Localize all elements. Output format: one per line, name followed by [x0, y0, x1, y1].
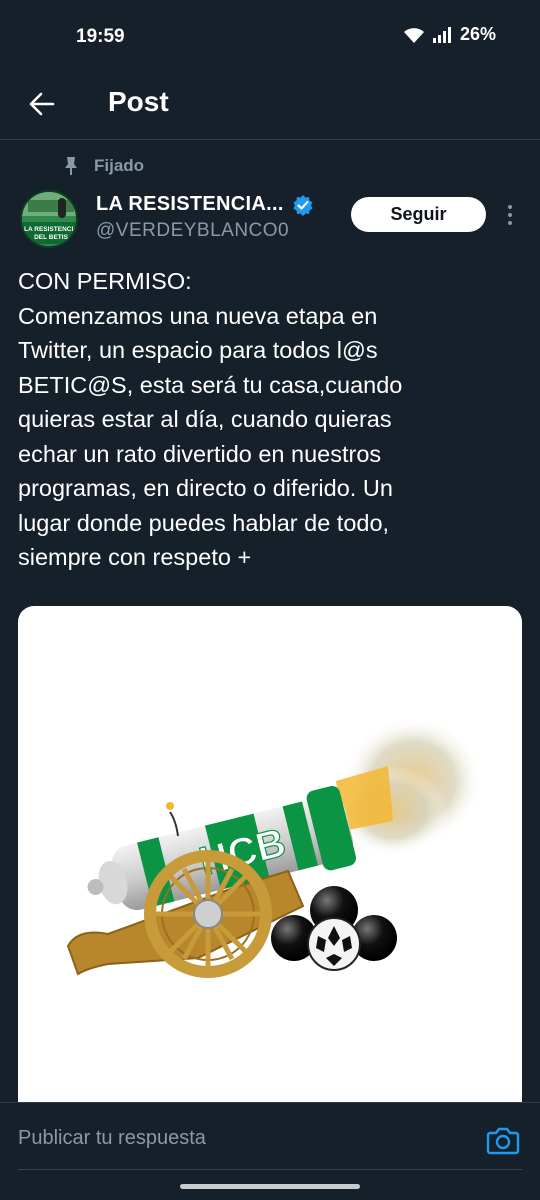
post-text-line: quieras estar al día, cuando quieras — [18, 406, 392, 432]
page-title: Post — [108, 86, 169, 117]
back-arrow-icon — [29, 92, 55, 116]
post-text-line: CON PERMISO: — [18, 268, 192, 294]
post-text-line: programas, en directo o diferido. Un — [18, 475, 393, 501]
post-media-image[interactable]: HCB — [18, 606, 522, 1106]
more-options-button[interactable] — [498, 200, 522, 230]
post-text-line: echar un rato divertido en nuestros — [18, 440, 382, 467]
author-name[interactable]: LA RESISTENCIA... — [96, 193, 284, 216]
more-dot — [508, 213, 512, 217]
post-text-line: BETIC@S, esta será tu casa,cuando — [18, 371, 403, 398]
svg-text:DEL BETIS: DEL BETIS — [34, 234, 68, 241]
avatar[interactable]: LA RESISTENCIA DEL BETIS — [20, 190, 78, 248]
reply-input[interactable]: Publicar tu respuesta — [18, 1127, 206, 1150]
back-button[interactable] — [20, 82, 64, 126]
author-handle[interactable]: @VERDEYBLANCO0 — [96, 220, 289, 242]
battery-level: 26% — [459, 24, 496, 44]
signal-icon — [432, 26, 451, 43]
post-text-line: Twitter, un espacio para todos l@s — [18, 337, 378, 363]
camera-icon — [486, 1127, 520, 1155]
pin-icon — [65, 157, 77, 175]
camera-button[interactable] — [486, 1125, 520, 1155]
more-dot — [508, 221, 512, 225]
wifi-icon — [403, 27, 424, 43]
author-name-row[interactable]: LA RESISTENCIA... — [96, 193, 314, 216]
post-text: CON PERMISO: Comenzamos una nueva etapa … — [18, 264, 518, 575]
home-indicator[interactable] — [180, 1184, 360, 1189]
post-text-line: Comenzamos una nueva etapa en — [18, 302, 378, 329]
pinned-label: Fijado — [94, 156, 145, 175]
post-text-line: siempre con respeto + — [18, 544, 252, 570]
cannon-illustration: HCB — [66, 716, 483, 978]
svg-text:LA RESISTENCIA: LA RESISTENCIA — [24, 226, 78, 233]
post-text-line: lugar donde puedes hablar de todo, — [18, 509, 390, 536]
status-time: 19:59 — [76, 26, 125, 47]
app-header: Post — [0, 72, 540, 140]
status-bar: 19:59 26% — [0, 0, 540, 72]
reply-divider — [18, 1169, 522, 1170]
status-icons: 26% — [402, 24, 496, 45]
more-dot — [508, 205, 512, 209]
pinned-indicator: Fijado — [62, 156, 144, 176]
avatar-image: LA RESISTENCIA DEL BETIS — [22, 192, 78, 246]
follow-button[interactable]: Seguir — [351, 197, 486, 232]
verified-badge-icon — [293, 194, 313, 216]
